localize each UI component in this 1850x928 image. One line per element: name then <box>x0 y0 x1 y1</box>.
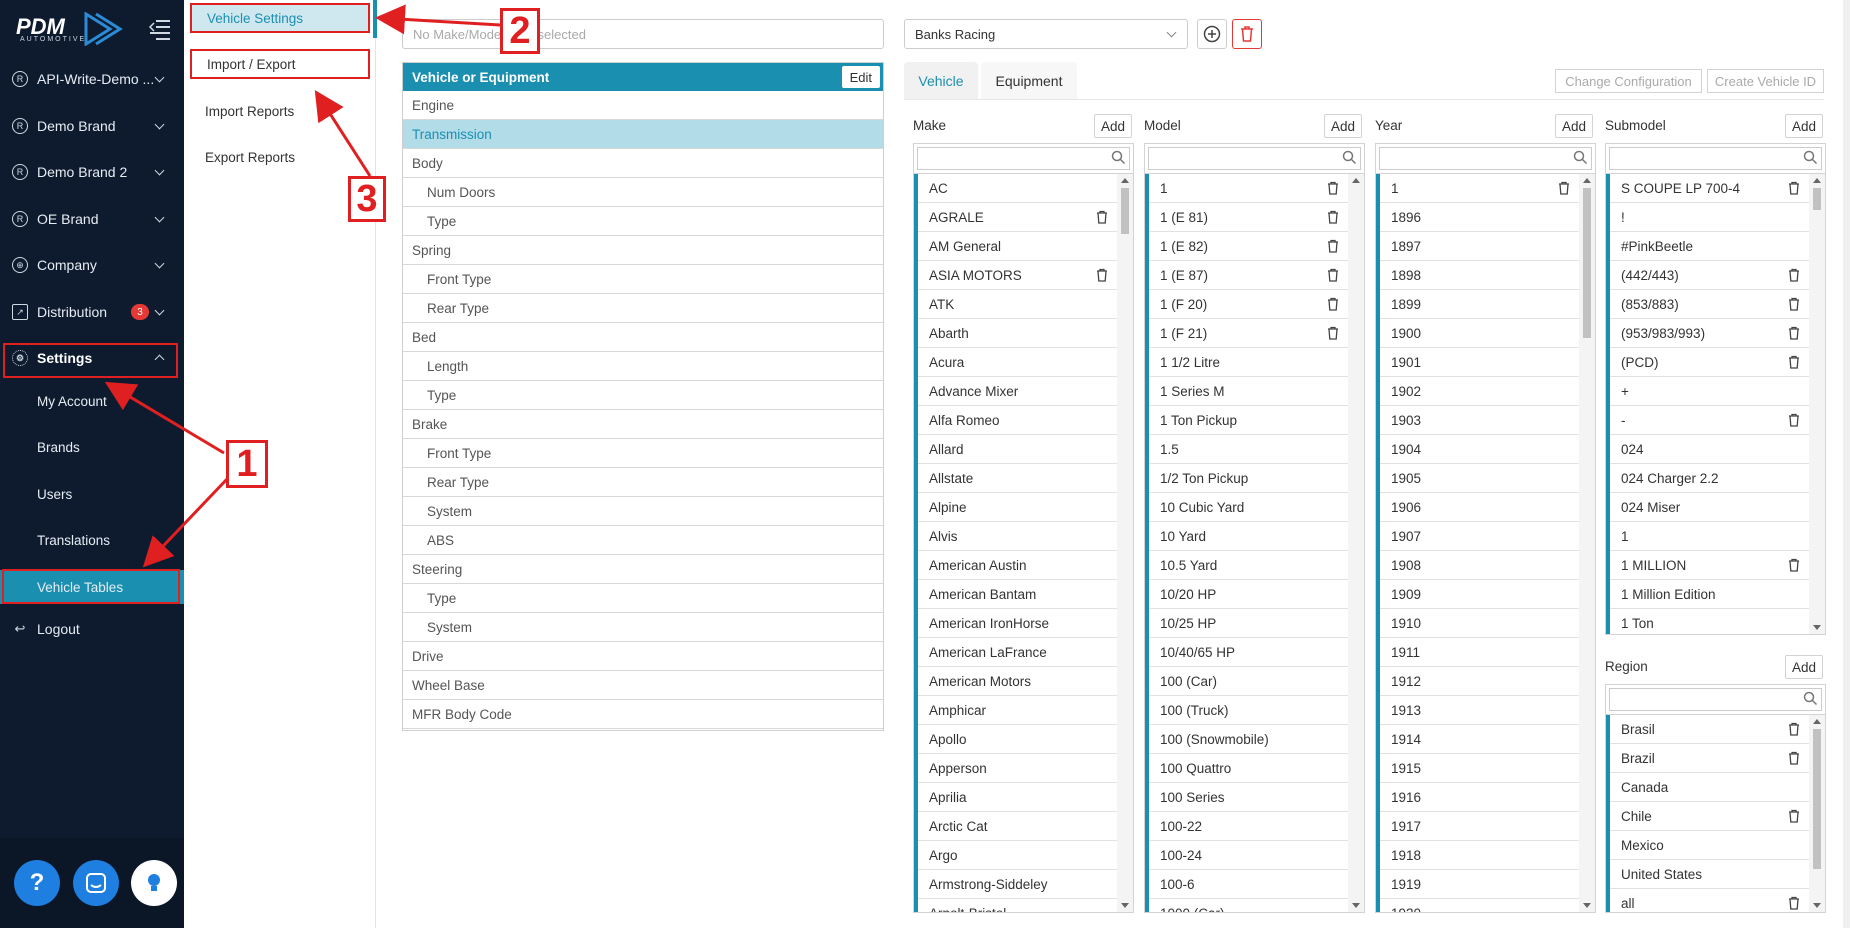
callout-1: 1 <box>226 440 268 488</box>
callout-2: 2 <box>500 8 540 54</box>
annotation-arrows <box>104 4 501 568</box>
callout-3: 3 <box>348 176 386 222</box>
